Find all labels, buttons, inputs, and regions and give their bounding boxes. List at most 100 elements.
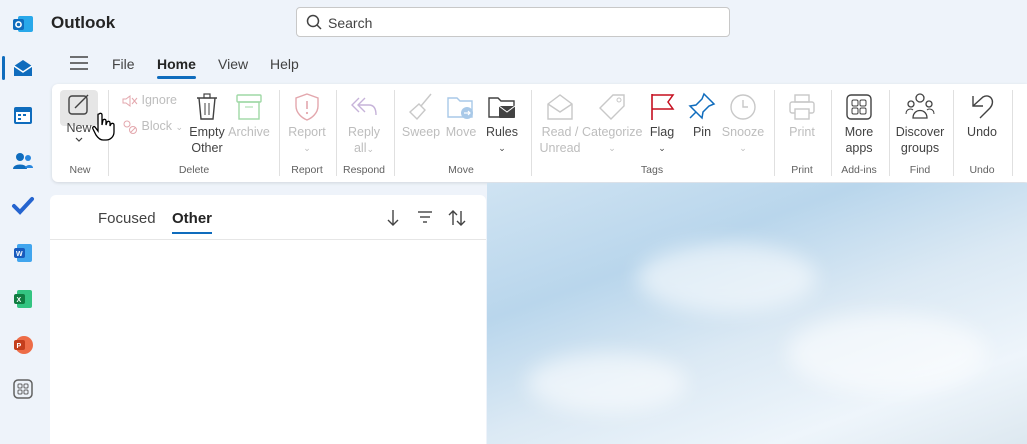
block-label: Block <box>141 119 173 133</box>
menu-tab-file[interactable]: File <box>112 56 135 72</box>
cloud-shape <box>787 313 987 393</box>
arrow-down-icon[interactable] <box>386 209 400 227</box>
snooze-button[interactable]: Snooze ⌄ <box>720 92 766 156</box>
app-title: Outlook <box>51 13 116 32</box>
hamburger-menu-icon[interactable] <box>70 56 88 70</box>
sort-icon[interactable] <box>448 209 466 227</box>
pin-button[interactable]: Pin <box>684 92 720 140</box>
flag-label: Flag <box>649 125 675 139</box>
ribbon-separator <box>279 90 280 176</box>
groups-icon <box>905 93 935 119</box>
flag-chevron-icon[interactable]: ⌄ <box>644 140 680 156</box>
print-button[interactable]: Print <box>782 92 822 140</box>
ribbon: New New Ignore Block ⌄ Empty Other Archi… <box>52 84 1027 182</box>
ribbon-separator <box>889 90 890 176</box>
word-icon[interactable]: W <box>11 241 35 265</box>
filter-icon[interactable] <box>417 210 433 224</box>
ribbon-separator <box>953 90 954 176</box>
printer-icon <box>789 94 815 120</box>
svg-text:P: P <box>17 343 22 350</box>
report-button[interactable]: Report ⌄ <box>286 92 328 156</box>
read-unread-label-2: Unread <box>539 141 581 155</box>
group-label-find: Find <box>909 164 931 176</box>
pin-icon <box>688 92 716 120</box>
move-button[interactable]: Move <box>442 92 480 140</box>
categorize-button[interactable]: Categorize ⌄ <box>582 92 642 156</box>
block-chevron-icon[interactable]: ⌄ <box>176 122 184 132</box>
menu-tab-home[interactable]: Home <box>157 56 196 79</box>
group-label-move: Move <box>448 164 474 176</box>
envelope-open-icon <box>547 94 573 120</box>
empty-other-label-2: Other <box>191 141 223 155</box>
outlook-logo-icon <box>13 16 33 32</box>
chevron-down-icon[interactable] <box>74 136 84 144</box>
ignore-button[interactable]: Ignore <box>122 93 177 107</box>
broom-icon <box>408 93 432 121</box>
tab-other[interactable]: Other <box>172 210 213 234</box>
more-apps-button[interactable]: More apps <box>838 92 880 156</box>
tab-focused[interactable]: Focused <box>98 210 156 227</box>
group-label-tags: Tags <box>640 164 664 176</box>
reply-all-button[interactable]: Reply all⌄ <box>342 92 386 157</box>
ribbon-separator <box>531 90 532 176</box>
svg-text:X: X <box>17 297 22 304</box>
categorize-label: Categorize <box>582 125 643 139</box>
shield-alert-icon <box>295 93 319 121</box>
reply-all-label-1: Reply <box>348 125 380 139</box>
empty-other-label-1: Empty <box>189 125 225 139</box>
more-apps-label-1: More <box>844 125 874 139</box>
menu-tab-view[interactable]: View <box>218 56 248 72</box>
rules-icon <box>488 97 516 118</box>
read-unread-button[interactable]: Read / Unread <box>537 92 583 156</box>
mail-icon[interactable] <box>11 57 35 81</box>
compose-icon <box>68 94 89 115</box>
snooze-label: Snooze <box>721 125 765 139</box>
people-icon[interactable] <box>11 149 35 173</box>
discover-groups-label-1: Discover <box>895 125 945 139</box>
cloud-shape <box>637 243 817 313</box>
categorize-chevron-icon[interactable]: ⌄ <box>582 140 642 156</box>
app-bar: W X P <box>0 0 46 444</box>
todo-icon[interactable] <box>11 194 35 218</box>
rules-label: Rules <box>486 125 518 139</box>
ignore-label: Ignore <box>141 93 177 107</box>
flag-button[interactable]: Flag ⌄ <box>644 92 680 156</box>
sweep-label: Sweep <box>401 125 441 139</box>
excel-icon[interactable]: X <box>11 287 35 311</box>
sweep-button[interactable]: Sweep <box>400 92 442 140</box>
more-apps-icon[interactable] <box>11 377 35 401</box>
archive-label: Archive <box>228 125 270 139</box>
group-label-undo: Undo <box>969 164 995 176</box>
reply-all-chevron-icon[interactable]: ⌄ <box>366 144 374 154</box>
apps-grid-icon <box>846 94 872 120</box>
group-label-delete: Delete <box>178 164 210 176</box>
new-mail-button[interactable]: New <box>62 92 96 146</box>
block-button[interactable]: Block ⌄ <box>122 119 183 134</box>
archive-button[interactable]: Archive <box>228 92 270 140</box>
calendar-icon[interactable] <box>11 103 35 127</box>
tag-icon <box>599 94 625 120</box>
cloud-shape <box>527 353 687 413</box>
menu-bar: File Home View Help <box>52 47 1027 82</box>
undo-button[interactable]: Undo <box>962 92 1002 140</box>
report-chevron-icon[interactable]: ⌄ <box>286 140 328 156</box>
rules-button[interactable]: Rules ⌄ <box>482 92 522 156</box>
mail-nav-active-indicator <box>2 56 5 80</box>
block-user-icon <box>123 120 137 134</box>
discover-groups-button[interactable]: Discover groups <box>894 92 946 156</box>
group-label-new: New <box>69 164 91 176</box>
title-bar: Outlook Search <box>46 0 1027 47</box>
menu-tab-help[interactable]: Help <box>270 56 299 72</box>
read-unread-label-1: Read / <box>541 125 579 139</box>
ribbon-separator <box>336 90 337 176</box>
search-input[interactable]: Search <box>296 7 730 37</box>
pin-label: Pin <box>692 125 712 139</box>
snooze-chevron-icon[interactable]: ⌄ <box>720 140 766 156</box>
archive-icon <box>236 94 262 120</box>
rules-chevron-icon[interactable]: ⌄ <box>482 140 522 156</box>
empty-other-button[interactable]: Empty Other <box>186 92 228 156</box>
flag-icon <box>651 94 675 120</box>
svg-text:W: W <box>16 251 23 258</box>
powerpoint-icon[interactable]: P <box>11 333 35 357</box>
reply-all-icon <box>351 97 377 116</box>
